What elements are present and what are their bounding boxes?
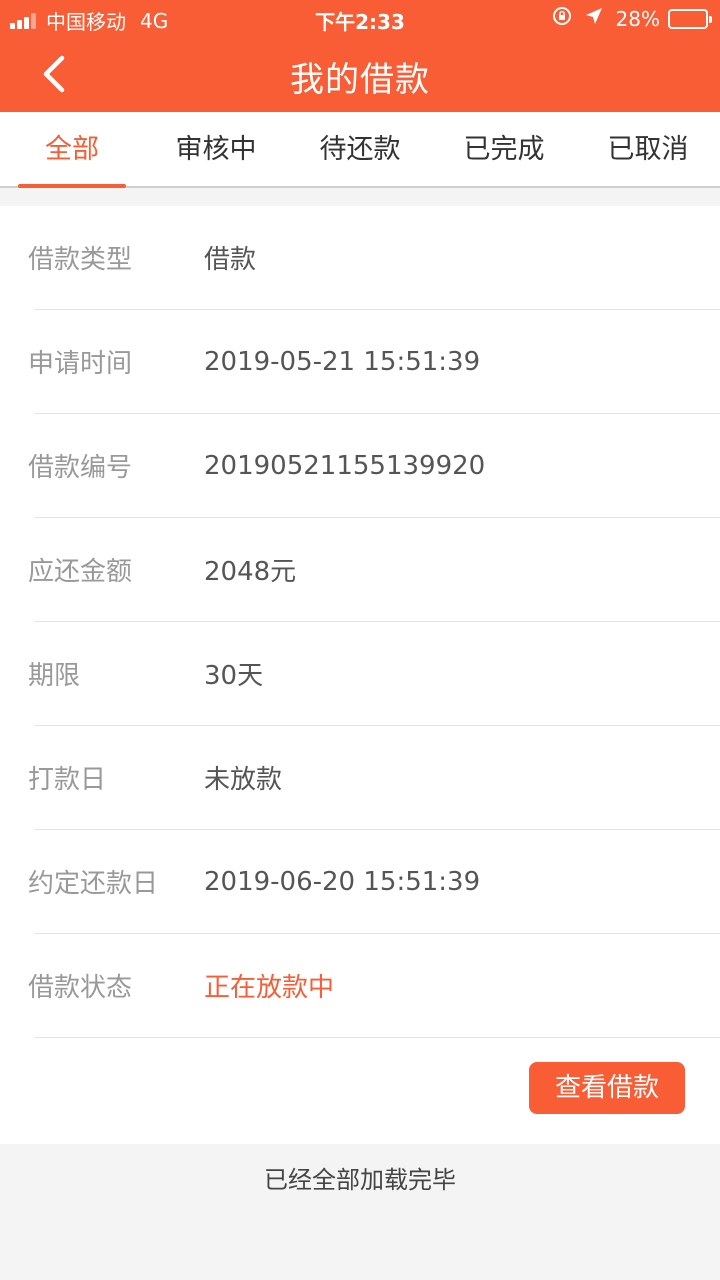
tab-reviewing[interactable]: 审核中 (144, 112, 288, 186)
row-label: 借款类型 (28, 245, 133, 275)
battery-icon (668, 8, 712, 29)
top-bar: 中国移动 4G 下午2:33 28% 我的借款 (0, 0, 720, 112)
row-value: 借款 (204, 245, 257, 275)
battery-percent: 28% (615, 6, 660, 31)
loan-row-payout-date: 打款日 未放款 (28, 726, 720, 830)
row-label: 借款编号 (28, 453, 133, 483)
row-label: 借款状态 (28, 973, 133, 1003)
row-label: 申请时间 (28, 349, 133, 379)
status-bar: 中国移动 4G 下午2:33 28% (0, 0, 720, 36)
tab-all[interactable]: 全部 (0, 112, 144, 188)
row-value: 2048元 (204, 557, 297, 587)
row-value: 20190521155139920 (204, 450, 486, 481)
loan-row-apply-time: 申请时间 2019-05-21 15:51:39 (28, 310, 720, 414)
view-loan-button[interactable]: 查看借款 (529, 1062, 685, 1114)
row-label: 打款日 (28, 765, 107, 795)
loan-card: 借款类型 借款 申请时间 2019-05-21 15:51:39 借款编号 20… (0, 206, 720, 1144)
load-complete-text: 已经全部加载完毕 (264, 1166, 456, 1194)
loan-row-amount-due: 应还金额 2048元 (28, 518, 720, 622)
loan-row-status: 借款状态 正在放款中 (28, 934, 720, 1038)
filter-tabs: 全部 审核中 待还款 已完成 已取消 (0, 112, 720, 188)
loan-row-type: 借款类型 借款 (28, 206, 720, 310)
page-title: 我的借款 (290, 60, 430, 100)
tab-pending-repayment[interactable]: 待还款 (288, 112, 432, 186)
card-actions: 查看借款 (0, 1038, 720, 1142)
row-value: 未放款 (204, 765, 283, 795)
row-value: 2019-05-21 15:51:39 (204, 346, 481, 377)
row-label: 期限 (28, 661, 81, 691)
loan-row-number: 借款编号 20190521155139920 (28, 414, 720, 518)
nav-bar: 我的借款 (0, 36, 720, 112)
rotation-lock-icon (552, 6, 572, 31)
status-right: 28% (552, 6, 712, 31)
row-label: 应还金额 (28, 557, 133, 587)
tab-cancelled[interactable]: 已取消 (576, 112, 720, 186)
loan-row-due-date: 约定还款日 2019-06-20 15:51:39 (28, 830, 720, 934)
row-value: 2019-06-20 15:51:39 (204, 866, 481, 897)
tab-completed[interactable]: 已完成 (432, 112, 576, 186)
row-value: 30天 (204, 661, 264, 691)
location-arrow-icon (584, 6, 604, 31)
row-label: 约定还款日 (28, 869, 159, 899)
status-badge: 正在放款中 (204, 973, 335, 1003)
loan-row-term: 期限 30天 (28, 622, 720, 726)
